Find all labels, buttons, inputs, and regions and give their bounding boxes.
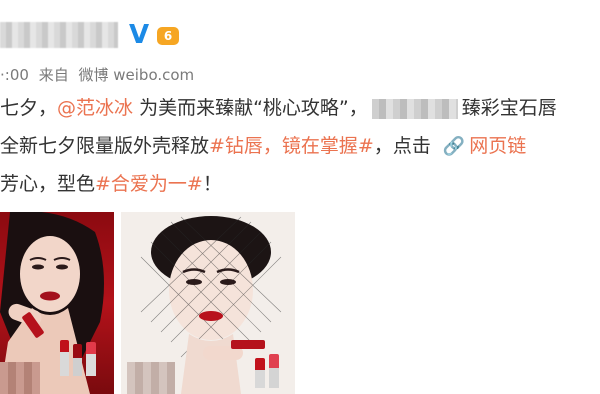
text-segment: 芳心，型色 bbox=[0, 173, 96, 195]
verified-v-icon: V bbox=[129, 20, 150, 50]
text-segment: 为美而来臻献“桃心攻略”， bbox=[133, 97, 368, 119]
hashtag-link[interactable]: #合爱为一# bbox=[95, 173, 203, 195]
source-prefix: 来自 bbox=[38, 66, 69, 84]
source-app-link[interactable]: 微博 weibo.com bbox=[79, 66, 195, 84]
pixelated-watermark bbox=[127, 362, 175, 394]
text-segment: 七夕， bbox=[0, 97, 58, 119]
blurred-brand bbox=[371, 98, 458, 119]
username-blurred[interactable] bbox=[0, 22, 118, 48]
text-segment: ，点击 bbox=[373, 135, 431, 157]
text-segment: 全新七夕限量版外壳释放 bbox=[0, 135, 210, 157]
post-time[interactable]: ·:00 bbox=[0, 66, 29, 84]
text-segment: ！ bbox=[202, 173, 222, 195]
post-text-line-1: 七夕，@范冰冰 为美而来臻献“桃心攻略”， 臻彩宝石唇 bbox=[0, 96, 557, 120]
level-badge-icon: 6 bbox=[157, 27, 179, 45]
mention-link[interactable]: @范冰冰 bbox=[57, 97, 133, 119]
paperclip-link-icon: 🔗 bbox=[442, 136, 466, 157]
post-meta: ·:00 来自 微博 weibo.com bbox=[0, 64, 199, 85]
web-link[interactable]: 网页链 bbox=[469, 135, 526, 157]
text-segment: 臻彩宝石唇 bbox=[461, 97, 557, 119]
post-image-2[interactable] bbox=[121, 212, 295, 394]
post-image-1[interactable] bbox=[0, 212, 114, 394]
pixelated-watermark bbox=[0, 362, 40, 394]
post-text-line-2: 全新七夕限量版外壳释放#钻唇，镜在掌握#，点击 🔗 网页链 bbox=[0, 134, 526, 159]
post-text-line-3: 芳心，型色#合爱为一#！ bbox=[0, 172, 222, 196]
hashtag-link[interactable]: #钻唇，镜在掌握# bbox=[209, 135, 374, 157]
